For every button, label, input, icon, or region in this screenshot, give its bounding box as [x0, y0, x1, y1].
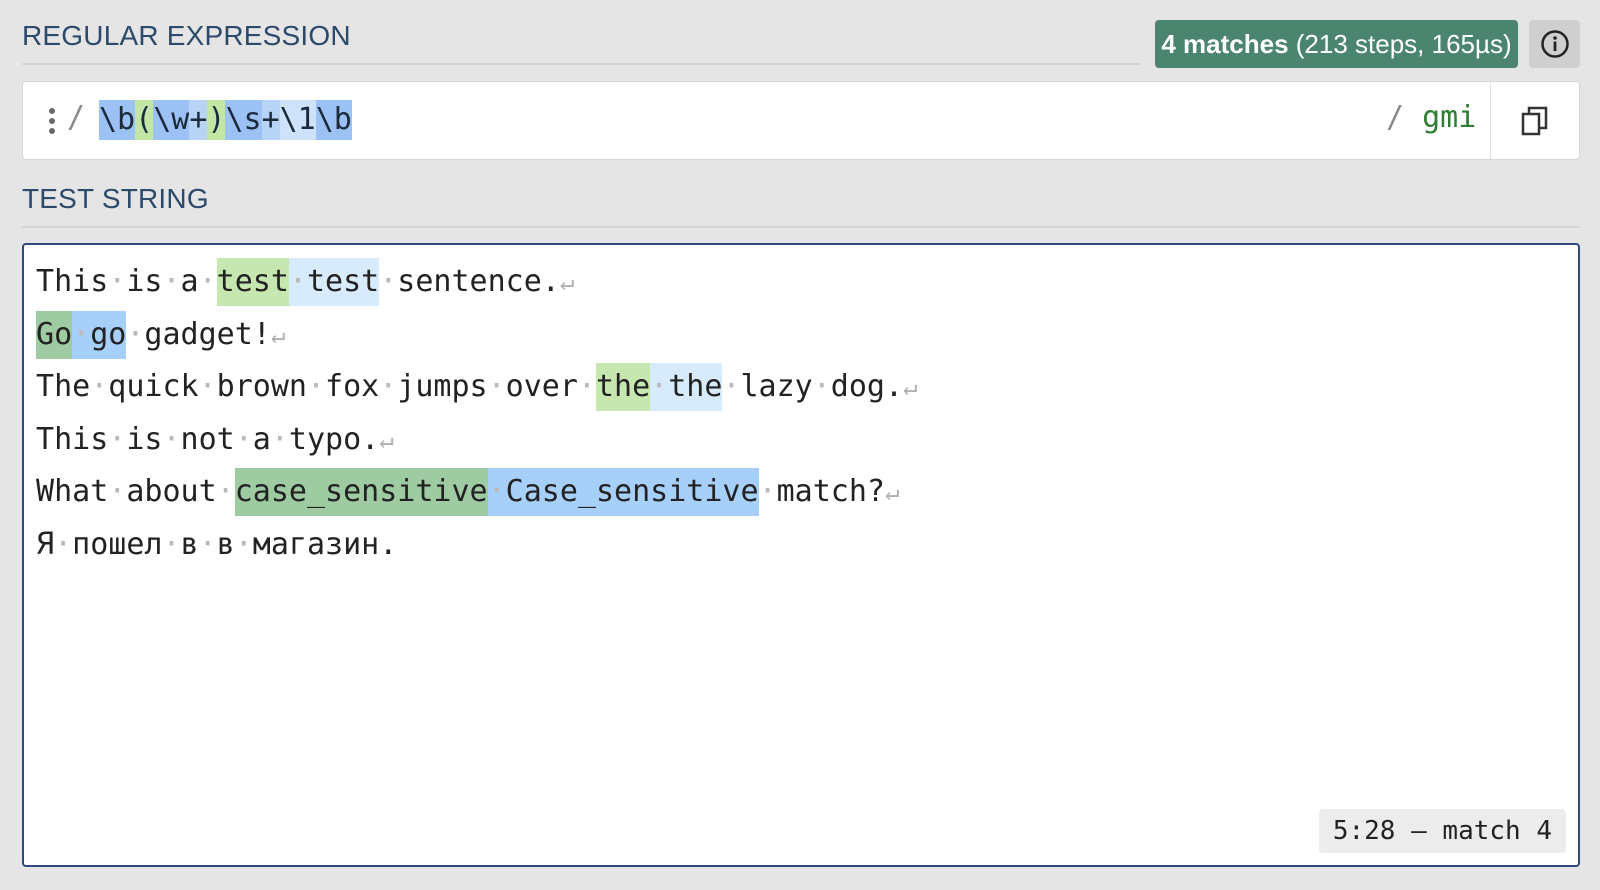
regex-input[interactable]: \b(\w +) \s + \1 \b	[99, 100, 352, 140]
newline-marker: ↵	[903, 373, 918, 402]
regex-section-title: REGULAR EXPRESSION	[22, 20, 351, 51]
regex-section-divider	[22, 63, 1140, 65]
regex-token: \1	[279, 100, 316, 140]
text-segment: This·is·a·	[36, 264, 217, 300]
newline-marker: ↵	[884, 478, 900, 507]
match-highlight: Go	[36, 310, 73, 359]
match-highlight: ·Case_sensitive	[487, 468, 759, 517]
text-segment: What·about·	[36, 474, 235, 510]
text-segment: The·quick·brown·fox·jumps·over·	[36, 369, 596, 405]
text-segment: Я·пошел·в·в·магазин.	[36, 526, 398, 562]
text-segment: ·sentence.	[379, 264, 560, 300]
test-line: This·is·not·a·typo. ↵	[36, 414, 917, 467]
regex-open-delimiter: /	[67, 100, 86, 135]
match-highlight: ·the	[650, 363, 723, 412]
test-string-editor[interactable]: This·is·a· test ·test ·sentence. ↵ Go ·go ·gadg…	[22, 243, 1580, 867]
text-segment: ·match?	[758, 474, 885, 510]
cursor-status: 5:28 — match 4	[1318, 809, 1566, 853]
test-line: Я·пошел·в·в·магазин.	[36, 519, 917, 572]
test-string-lines[interactable]: This·is·a· test ·test ·sentence. ↵ Go ·go ·gadg…	[36, 256, 917, 571]
info-button[interactable]	[1529, 20, 1580, 68]
newline-marker: ↵	[270, 320, 286, 349]
test-line: This·is·a· test ·test ·sentence. ↵	[36, 256, 917, 309]
match-highlight: ·go	[72, 310, 127, 359]
test-line: Go ·go ·gadget! ↵	[36, 309, 917, 362]
regex-token: \s	[225, 100, 262, 140]
regex-flags[interactable]: / gmi	[1386, 100, 1476, 135]
match-highlight: ·test	[288, 258, 380, 307]
regex-token: \b	[315, 100, 352, 140]
flags-value: gmi	[1422, 100, 1477, 135]
match-highlight: the	[595, 363, 651, 412]
text-segment: ·lazy·dog.	[722, 369, 903, 405]
text-segment: This·is·not·a·typo.	[36, 421, 380, 457]
copy-button[interactable]	[1490, 82, 1579, 159]
regex-token: \b	[99, 100, 136, 140]
test-section-divider	[22, 226, 1580, 228]
regex-editor[interactable]: / \b(\w +) \s + \1 \b / gmi	[22, 81, 1580, 160]
info-icon	[1540, 30, 1569, 58]
match-count: 4 matches	[1161, 29, 1289, 59]
regex-close-delimiter: /	[1386, 100, 1405, 135]
newline-marker: ↵	[379, 425, 394, 454]
match-highlight: case_sensitive	[234, 468, 488, 517]
drag-handle-icon[interactable]	[49, 108, 55, 134]
regex-token: \w	[153, 100, 190, 140]
test-line: What·about· case_sensitive ·Case_sensitive…	[36, 466, 917, 519]
regex-token: +	[261, 100, 280, 140]
regex-token: )	[207, 100, 226, 140]
match-count-badge[interactable]: 4 matches (213 steps, 165µs)	[1155, 20, 1518, 68]
newline-marker: ↵	[559, 268, 575, 297]
regex-token: (	[135, 100, 154, 140]
copy-icon	[1521, 106, 1548, 135]
match-detail: (213 steps, 165µs)	[1288, 29, 1512, 59]
test-section-title: TEST STRING	[22, 183, 209, 214]
text-segment: ·gadget!	[126, 316, 271, 352]
test-line: The·quick·brown·fox·jumps·over· the ·the ·l…	[36, 361, 917, 414]
match-highlight: test	[216, 258, 289, 307]
regex-token: +	[189, 100, 208, 140]
